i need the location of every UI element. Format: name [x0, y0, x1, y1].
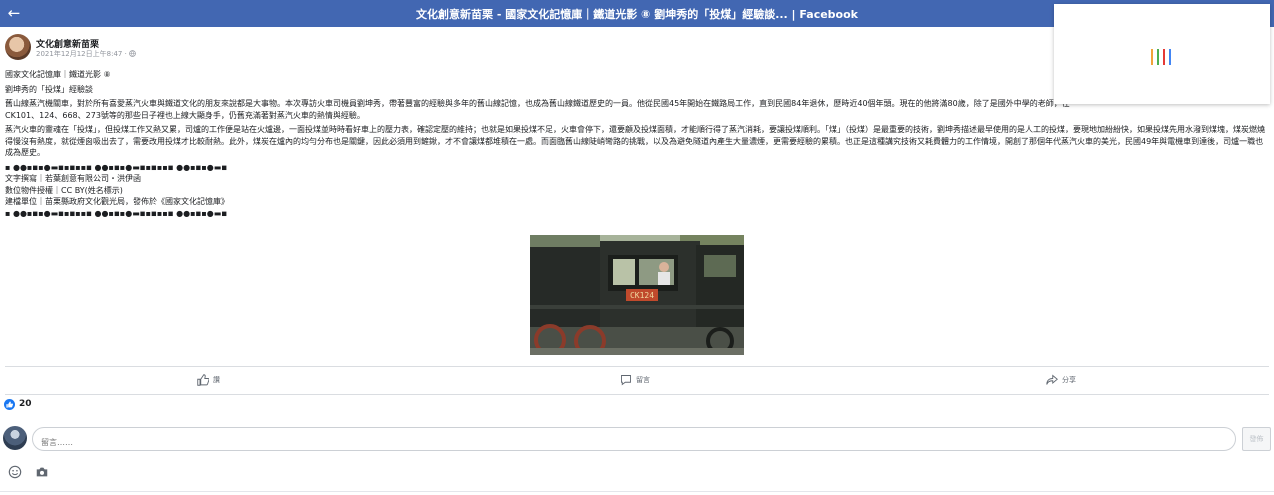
globe-icon: [129, 50, 136, 57]
post-paragraph: CK101、124、668、273號等的那些日子裡也上線大顯身手，仍舊充滿著對蒸…: [5, 110, 365, 120]
share-icon: [1046, 374, 1058, 385]
locomotive-number-plate: CK124: [630, 291, 654, 300]
divider-line: ▪ ●●▪◾▪●▬◾▪◾▪▪◾ ●●▪◾▪●▬◾▪◾▪▪◾ ●●▪◾▪●▬◾: [5, 162, 228, 172]
loader-bar: [1157, 49, 1159, 65]
post-actions: 讚 留言 分享: [5, 366, 1269, 395]
divider-line: ▪ ●●▪◾▪●▬◾▪◾▪▪◾ ●●▪◾▪●▬◾▪◾▪▪◾ ●●▪◾▪●▬◾: [5, 208, 228, 218]
post-header: 文化創意新苗栗 2021年12月12日上午8:47 ·: [5, 34, 405, 64]
reaction-count: 20: [19, 399, 32, 409]
loader-bar: [1151, 49, 1153, 65]
camera-icon[interactable]: [35, 465, 49, 479]
share-button[interactable]: 分享: [1046, 372, 1076, 388]
post-meta: 2021年12月12日上午8:47 ·: [36, 49, 136, 59]
post-photo[interactable]: CK124: [530, 235, 744, 355]
post-timestamp[interactable]: 2021年12月12日上午8:47 ·: [36, 50, 129, 58]
loader-bar: [1163, 49, 1165, 65]
reaction-summary[interactable]: 20: [4, 398, 32, 410]
divider: [0, 491, 1274, 492]
comment-label: 留言: [636, 376, 650, 384]
like-label: 讚: [213, 376, 220, 384]
comment-button[interactable]: 留言: [620, 372, 650, 388]
comment-input[interactable]: [32, 427, 1236, 451]
emoji-icon[interactable]: [8, 465, 22, 479]
credit-line: 建檔單位｜苗栗縣政府文化觀光局，發佈於《國家文化記憶庫》: [5, 197, 229, 206]
user-avatar[interactable]: [3, 426, 27, 450]
credit-line: 數位物件授權｜CC BY(姓名標示): [5, 185, 123, 195]
post-paragraph: 蒸汽火車的靈魂在「投煤」，但投煤工作又熱又累，司爐的工作便是站在火爐邊，一面投煤…: [5, 125, 1265, 157]
page-avatar[interactable]: [5, 34, 31, 60]
like-reaction-icon: [4, 398, 15, 410]
loading-card: [1054, 4, 1270, 104]
credit-line: 文字撰寫｜若葉創意有限公司・洪伊函: [5, 174, 141, 183]
like-button[interactable]: 讚: [197, 372, 220, 388]
share-label: 分享: [1062, 376, 1076, 384]
comment-icon: [621, 375, 631, 386]
loading-spinner: [1151, 49, 1181, 65]
steam-locomotive-image: CK124: [530, 235, 744, 355]
thumbs-up-icon: [197, 374, 209, 386]
submit-comment-button[interactable]: 發佈: [1242, 427, 1271, 451]
loader-bar: [1169, 49, 1171, 65]
